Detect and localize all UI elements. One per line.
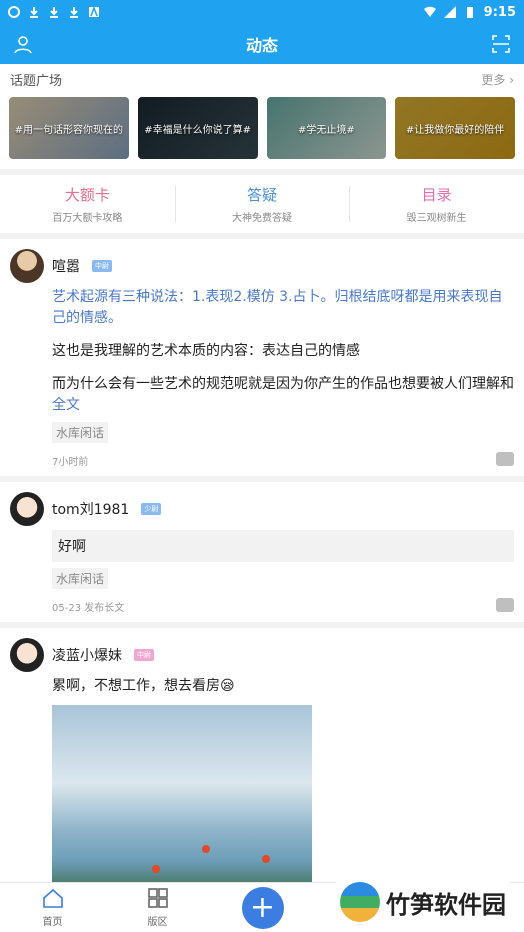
avatar[interactable] (10, 249, 44, 283)
username[interactable]: tom刘1981 (52, 499, 129, 519)
post-text: 累啊，不想工作，想去看房😪 (52, 678, 235, 694)
category-bar: 大额卡 百万大额卡攻略 答疑 大神免费答疑 目录 毁三观树新生 (0, 175, 524, 233)
feed-post[interactable]: tom刘1981 少尉 好啊 水库闲话 05-23 发布长文 (0, 482, 524, 628)
level-badge: 中尉 (134, 649, 154, 661)
status-bar: 9:15 (0, 0, 524, 24)
topics-title: 话题广场 (10, 74, 63, 89)
post-time: 7小时前 (52, 457, 89, 468)
username[interactable]: 凌蓝小爆妹 (52, 645, 122, 665)
feed-post[interactable]: 喧嚣 中尉 艺术起源有三种说法：1.表现2.模仿 3.占卜。归根结底呀都是用来表… (0, 239, 524, 482)
topic-card[interactable]: #幸福是什么你说了算# (137, 97, 258, 159)
home-icon (42, 888, 63, 908)
avatar[interactable] (10, 638, 44, 672)
avatar[interactable] (10, 492, 44, 526)
app-a-icon (89, 6, 99, 17)
plus-icon: + (241, 886, 284, 929)
topic-carousel: #用一句话形容你现在的 #幸福是什么你说了算# #学无止境# #让我做你最好的陪… (0, 93, 524, 169)
topic-card[interactable]: #用一句话形容你现在的 (9, 97, 129, 159)
profile-button[interactable] (12, 33, 34, 55)
scan-icon (492, 35, 510, 53)
post-quote: 好啊 (52, 530, 514, 562)
level-badge: 中尉 (92, 260, 112, 272)
nav-board[interactable]: 版区 (105, 887, 210, 928)
scan-button[interactable] (490, 33, 512, 55)
category-big-card[interactable]: 大额卡 百万大额卡攻略 (0, 184, 175, 224)
watermark: 竹笋软件园 (336, 878, 510, 926)
post-text: 而为什么会有一些艺术的规范呢就是因为你产生的作品也想要被人们理解和 (52, 376, 514, 392)
notification-icons (8, 6, 100, 18)
clock: 9:15 (483, 4, 516, 20)
download-icon (30, 7, 38, 18)
signal-icon (443, 6, 456, 18)
watermark-logo (340, 882, 380, 922)
category-directory[interactable]: 目录 毁三观树新生 (349, 184, 524, 224)
board-tag[interactable]: 水库闲话 (52, 422, 109, 443)
post-text: 这也是我理解的艺术本质的内容：表达自己的情感 (52, 343, 360, 359)
post-text: 艺术起源有三种说法：1.表现2.模仿 3.占卜。归根结底呀都是用来表现自己的情感… (52, 289, 503, 326)
wifi-icon (423, 6, 436, 17)
category-qa[interactable]: 答疑 大神免费答疑 (174, 184, 350, 224)
battery-icon (466, 7, 473, 18)
comment-icon[interactable] (496, 452, 514, 466)
page-title: 动态 (245, 36, 278, 55)
comment-icon[interactable] (496, 598, 514, 612)
nav-home[interactable]: 首页 (0, 888, 105, 928)
download-icon (50, 7, 58, 18)
app-icon (8, 6, 20, 18)
post-time: 05-23 发布长文 (52, 603, 125, 614)
topic-card[interactable]: #让我做你最好的陪伴 (395, 97, 515, 159)
topic-card[interactable]: #学无止境# (266, 97, 387, 159)
username[interactable]: 喧嚣 (52, 256, 80, 276)
full-text-link[interactable]: 全文 (52, 395, 514, 416)
topics-more-link[interactable]: 更多 › (481, 71, 514, 88)
board-tag[interactable]: 水库闲话 (52, 568, 109, 589)
nav-create[interactable]: + (210, 886, 315, 929)
download-icon (70, 7, 78, 18)
user-icon (14, 36, 32, 54)
app-bar: 动态 (0, 24, 524, 64)
grid-icon (147, 887, 168, 908)
level-badge: 少尉 (141, 503, 162, 515)
